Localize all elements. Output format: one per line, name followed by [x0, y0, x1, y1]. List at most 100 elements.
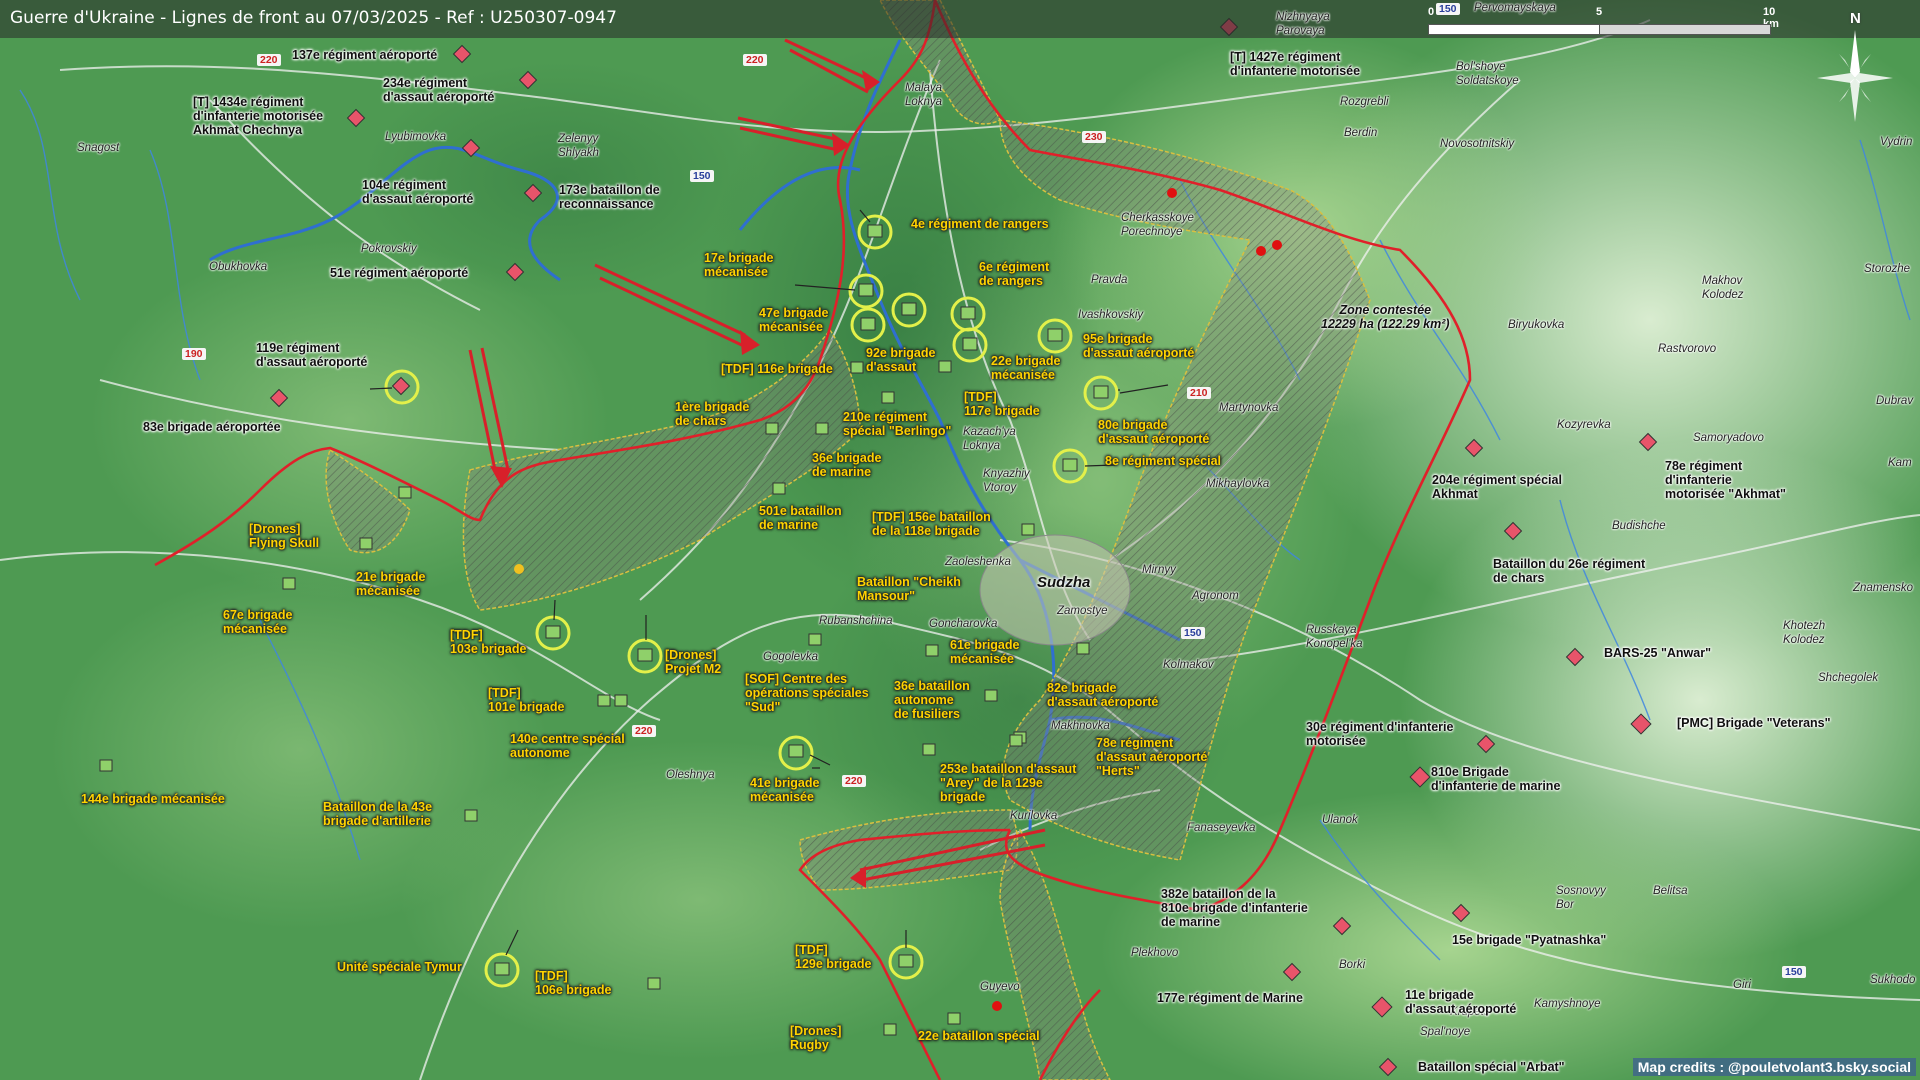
ukrainian-unit-label: [Drones] Flying Skull	[249, 522, 320, 550]
town-label: Dubrav	[1876, 395, 1914, 407]
ukrainian-unit-label: Bataillon de la 43e brigade d'artillerie	[323, 800, 433, 828]
russian-unit-label: 173e bataillon de reconnaissance	[559, 183, 660, 211]
town-label: Snagost	[77, 142, 120, 154]
ukrainian-unit-label: [SOF] Centre des opérations spéciales "S…	[745, 672, 869, 714]
ukrainian-unit-label: 1ère brigade de chars	[675, 400, 750, 428]
town-label: Kolmakov	[1163, 659, 1214, 671]
road-number-badge: 150	[1436, 3, 1460, 15]
town-label: Agronom	[1192, 590, 1239, 602]
scale-tick-0: 0	[1428, 6, 1435, 18]
town-label: Belitsa	[1653, 885, 1688, 897]
russian-unit-label: Bataillon spécial "Arbat"	[1418, 1060, 1565, 1074]
russian-unit-label: 137e régiment aéroporté	[292, 48, 438, 62]
ukrainian-unit-label: [TDF] 101e brigade	[488, 686, 565, 714]
map-credits[interactable]: Map credits : @pouletvolant3.bsky.social	[1632, 1058, 1916, 1076]
ukrainian-unit-label: [Drones] Projet M2	[665, 648, 722, 676]
town-label: Sosnovyy Bor	[1556, 885, 1606, 911]
ukrainian-unit-label: 22e brigade mécanisée	[991, 354, 1061, 382]
road-number-badge: 210	[1187, 387, 1211, 399]
town-label: Kozyrevka	[1557, 419, 1611, 431]
town-label: Zaoleshenka	[945, 556, 1011, 568]
ukrainian-unit-label: 67e brigade mécanisée	[223, 608, 293, 636]
town-label: Guyevo	[980, 981, 1020, 993]
town-label: Berdin	[1344, 127, 1378, 139]
ukrainian-unit-label: 95e brigade d'assaut aéroporté	[1083, 332, 1195, 360]
scale-tick-5: 5	[1596, 6, 1603, 18]
scale-segment-2	[1599, 24, 1771, 35]
town-label: Samoryadovo	[1693, 432, 1764, 444]
town-label: Zamostye	[1057, 605, 1108, 617]
ukrainian-unit-label: [TDF] 129e brigade	[795, 943, 872, 971]
ukrainian-unit-label: 253e bataillon d'assaut "Arey" de la 129…	[940, 762, 1077, 804]
ukrainian-unit-label: 501e bataillon de marine	[759, 504, 842, 532]
ukrainian-unit-label: 22e bataillon spécial	[918, 1029, 1040, 1043]
ukrainian-unit-label: 78e régiment d'assaut aéroporté "Herts"	[1096, 736, 1208, 778]
ukrainian-unit-label: 8e régiment spécial	[1105, 454, 1222, 468]
road-number-badge: 190	[182, 348, 206, 360]
town-label: Makhov Kolodez	[1702, 275, 1744, 301]
russian-unit-label: 51e régiment aéroporté	[330, 266, 469, 280]
town-label: Kurilovka	[1010, 810, 1058, 822]
scale-segment-1	[1428, 24, 1600, 35]
contested-zone-area: 12229 ha (122.29 km²)	[1321, 317, 1450, 331]
town-label: Bol'shoye Soldatskoye	[1456, 61, 1519, 87]
town-label: Sukhodo	[1870, 974, 1916, 986]
ukrainian-unit-label: 17e brigade mécanisée	[704, 251, 774, 279]
town-label: Plekhovo	[1131, 947, 1179, 959]
ukrainian-unit-label: 80e brigade d'assaut aéroporté	[1098, 418, 1210, 446]
town-label: Martynovka	[1219, 402, 1279, 414]
ukraine-point	[514, 564, 524, 574]
town-label: Znamensko	[1853, 582, 1914, 594]
ukrainian-unit-label: [TDF] 116e brigade	[721, 362, 833, 376]
town-label: Zelenyy Shlyakh	[558, 133, 599, 159]
russian-unit-label: 234e régiment d'assaut aéroporté	[383, 76, 495, 104]
road-number-badge: 150	[690, 170, 714, 182]
ukrainian-unit-label: [TDF] 156e bataillon de la 118e brigade	[872, 510, 991, 538]
ukrainian-unit-label: [Drones] Rugby	[790, 1024, 842, 1052]
russian-unit-label: Bataillon du 26e régiment de chars	[1493, 557, 1646, 585]
town-label: Giri	[1733, 979, 1751, 991]
town-label: Cherkasskoye Porechnoye	[1121, 212, 1194, 238]
road-number-badge: 150	[1782, 966, 1806, 978]
town-label: Khotezh Kolodez	[1783, 620, 1826, 646]
ukrainian-unit-label: [TDF] 103e brigade	[450, 628, 527, 656]
ukrainian-unit-label: 36e brigade de marine	[812, 451, 882, 479]
road-number-badge: 230	[1082, 131, 1106, 143]
russian-unit-label: 119e régiment d'assaut aéroporté	[256, 341, 368, 369]
compass-star-icon	[1817, 30, 1893, 122]
town-label: Goncharovka	[929, 618, 998, 630]
town-label: Mikhaylovka	[1206, 478, 1270, 490]
ukrainian-unit-label: 210e régiment spécial "Berlingo"	[843, 410, 952, 438]
contested-zone-label: Zone contestée 12229 ha (122.29 km²)	[1321, 303, 1450, 331]
russian-unit-label: 83e brigade aéroportée	[143, 420, 281, 434]
ukrainian-unit-label: 92e brigade d'assaut	[866, 346, 936, 374]
town-label: Pervomayskaya	[1474, 2, 1556, 14]
city-label-sudzha: Sudzha	[1037, 574, 1091, 591]
russian-unit-label: BARS-25 "Anwar"	[1604, 646, 1712, 660]
town-label: Knyazhiy Vtoroy	[983, 468, 1030, 494]
road-number-badge: 220	[257, 54, 281, 66]
town-label: Gogolevka	[763, 651, 818, 663]
town-label: Mirnyy	[1142, 564, 1176, 576]
ukrainian-unit-label: 61e brigade mécanisée	[950, 638, 1020, 666]
town-label: Obukhovka	[209, 261, 268, 273]
town-label: Pokrovskiy	[361, 243, 417, 255]
town-label: Biryukovka	[1508, 319, 1565, 331]
road-number-badge: 220	[632, 725, 656, 737]
town-label: Rozgrebli	[1340, 96, 1389, 108]
road-number-badge: 220	[842, 775, 866, 787]
ukrainian-unit-label: [TDF] 106e brigade	[535, 969, 612, 997]
ukrainian-unit-label: 21e brigade mécanisée	[356, 570, 426, 598]
russian-unit-label: 15e brigade "Pyatnashka"	[1452, 933, 1607, 947]
town-label: Rubanshchina	[819, 615, 893, 627]
map-title: Guerre d'Ukraine - Lignes de front au 07…	[10, 8, 617, 28]
town-label: Storozhe	[1864, 263, 1911, 275]
town-label: Kam	[1888, 457, 1912, 469]
ukrainian-unit-label: 4e régiment de rangers	[911, 217, 1049, 231]
town-label: Lyubimovka	[385, 131, 447, 143]
town-label: Pravda	[1091, 274, 1128, 286]
town-label: Ivashkovskiy	[1078, 309, 1144, 321]
ukrainian-unit-label: 6e régiment de rangers	[979, 260, 1050, 288]
ukrainian-unit-label: [TDF] 117e brigade	[964, 390, 1040, 418]
ukrainian-unit-label: Bataillon "Cheikh Mansour"	[857, 575, 961, 603]
